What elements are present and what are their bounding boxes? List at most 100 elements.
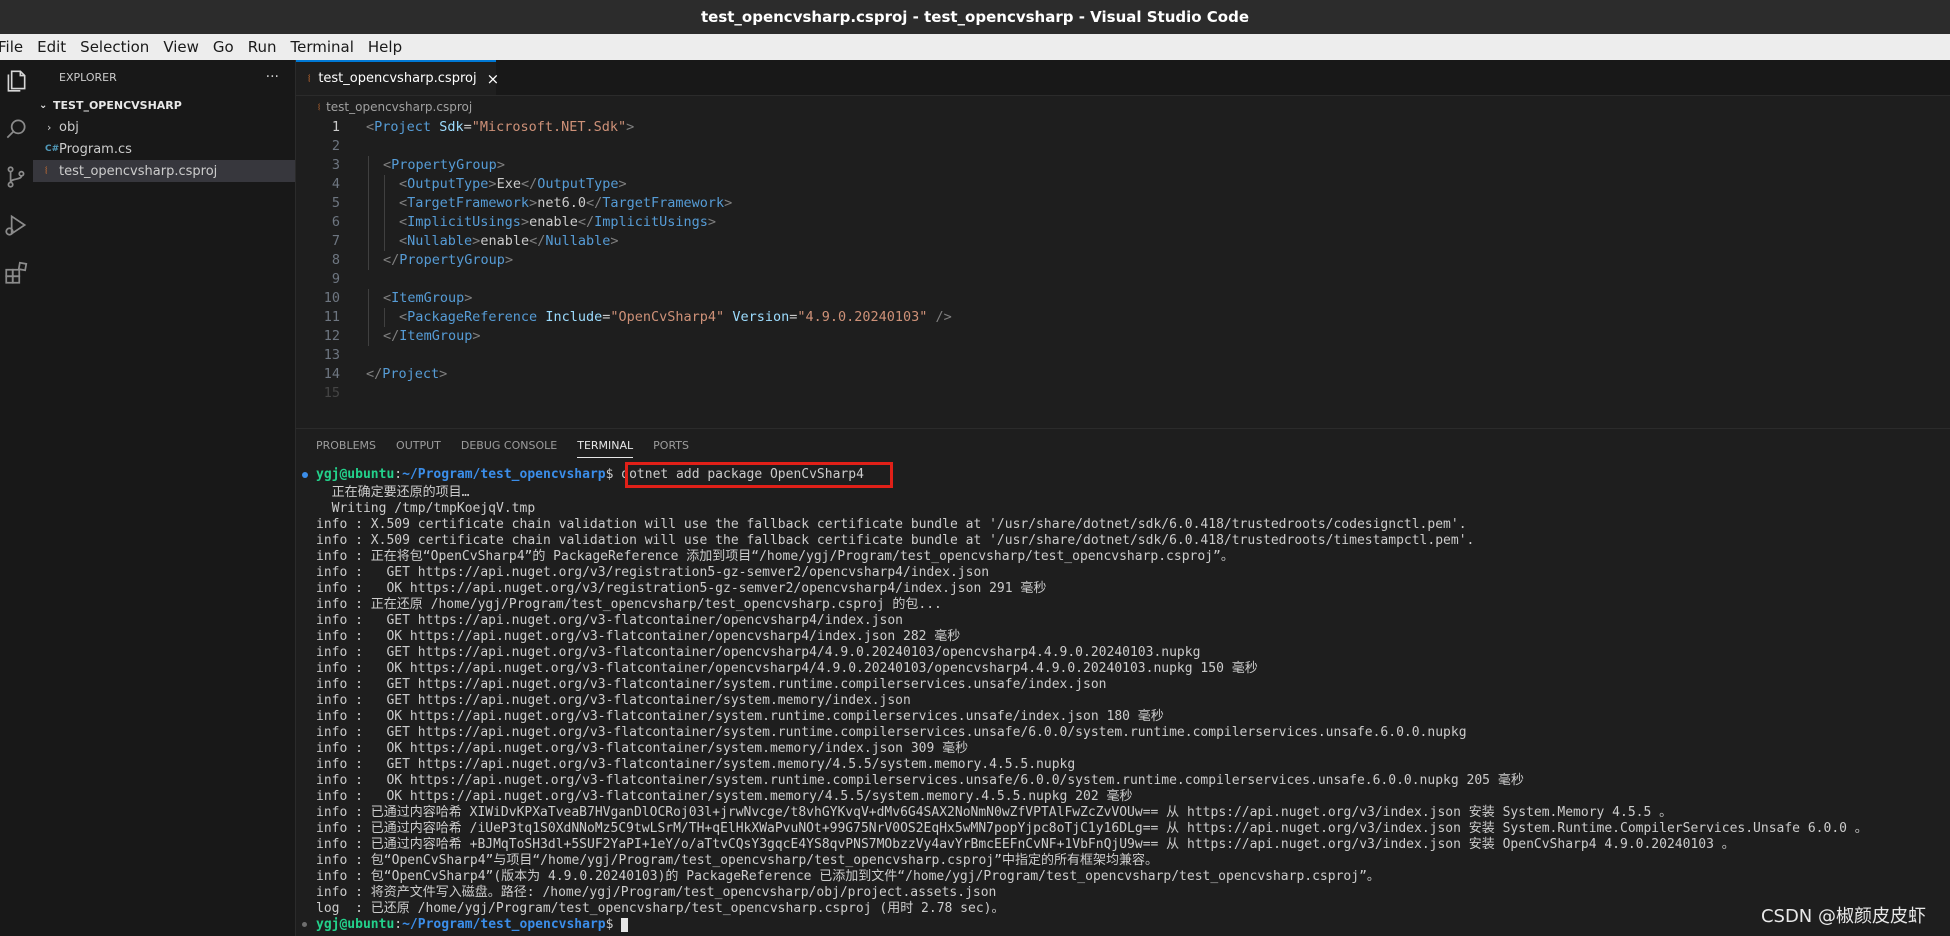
tab-debug-console[interactable]: DEBUG CONSOLE (461, 428, 557, 464)
line-number: 7 (331, 233, 340, 249)
menu-help[interactable]: Help (368, 38, 402, 56)
terminal[interactable]: ygj@ubuntu:~/Program/test_opencvsharp$ d… (296, 465, 1950, 936)
terminal-output-line: info : 将资产文件写入磁盘。路径: /home/ygj/Program/t… (316, 885, 997, 900)
terminal-output-line: info : GET https://api.nuget.org/v3/regi… (316, 565, 990, 580)
rss-file-icon: ⧙ (308, 71, 311, 85)
tree-item-label: obj (59, 119, 79, 135)
terminal-output-line: info : GET https://api.nuget.org/v3-flat… (316, 757, 1076, 772)
line-number: 15 (323, 385, 340, 401)
terminal-output-line: info : GET https://api.nuget.org/v3-flat… (316, 677, 1107, 692)
chevron-down-icon: ⌄ (39, 99, 48, 111)
terminal-output-line: info : OK https://api.nuget.org/v3-flatc… (316, 741, 969, 756)
line-number: 1 (331, 119, 340, 135)
menu-terminal[interactable]: Terminal (291, 38, 354, 56)
terminal-output-line: log : 已还原 /home/ygj/Program/test_opencvs… (316, 901, 1005, 916)
line-number: 13 (323, 347, 340, 363)
code-line: 8 </PropertyGroup> (296, 251, 1950, 270)
menu-view[interactable]: View (163, 38, 199, 56)
menu-selection[interactable]: Selection (80, 38, 149, 56)
code-line: 15 (296, 384, 1950, 403)
code-line: 5 <TargetFramework>net6.0</TargetFramewor… (296, 194, 1950, 213)
terminal-output-line: info : OK https://api.nuget.org/v3-flatc… (316, 709, 1164, 724)
explorer-more-button[interactable]: ··· (266, 69, 279, 85)
chevron-right-icon: › (47, 120, 52, 134)
terminal-prompt-line: ygj@ubuntu:~/Program/test_opencvsharp$ d… (296, 465, 1950, 485)
tree-item-label: Program.cs (59, 141, 132, 157)
terminal-output-line: info : X.509 certificate chain validatio… (316, 517, 1467, 532)
project-folder[interactable]: ⌄ TEST_OPENCVSHARP (33, 94, 295, 116)
code-line: 3 <PropertyGroup> (296, 156, 1950, 175)
terminal-output-line: 正在确定要还原的项目… (316, 485, 470, 500)
code-line: 4 <OutputType>Exe</OutputType> (296, 175, 1950, 194)
tab-output[interactable]: OUTPUT (396, 428, 441, 464)
menu-run[interactable]: Run (248, 38, 277, 56)
tree-item-csproj[interactable]: ⧙ test_opencvsharp.csproj (33, 160, 295, 182)
editor-tab-bar: ⧙ test_opencvsharp.csproj × (296, 60, 1950, 96)
rss-file-icon: ⧙ (318, 101, 321, 113)
terminal-output-line: info : X.509 certificate chain validatio… (316, 533, 1475, 548)
window-title-bar: test_opencvsharp.csproj - test_opencvsha… (0, 0, 1950, 34)
window-title: test_opencvsharp.csproj - test_opencvsha… (700, 8, 1250, 26)
terminal-output-line: info : GET https://api.nuget.org/v3-flat… (316, 725, 1467, 740)
terminal-cursor (621, 917, 629, 932)
tab-terminal[interactable]: TERMINAL (577, 428, 633, 464)
terminal-output-line: Writing /tmp/tmpKoejqV.tmp (316, 501, 536, 516)
tab-problems[interactable]: PROBLEMS (316, 428, 376, 464)
terminal-output-line: info : 包“OpenCvSharp4”(版本为 4.9.0.2024010… (316, 869, 1380, 884)
code-line: 12 </ItemGroup> (296, 327, 1950, 346)
activity-bar (0, 60, 33, 936)
line-number: 9 (331, 271, 340, 287)
panel-tab-bar: PROBLEMS OUTPUT DEBUG CONSOLE TERMINAL P… (296, 428, 1950, 464)
files-icon[interactable] (3, 68, 31, 96)
terminal-output-line: info : GET https://api.nuget.org/v3-flat… (316, 645, 1201, 660)
breadcrumb-item[interactable]: test_opencvsharp.csproj (326, 100, 472, 114)
terminal-output-line: info : 已通过内容哈希 +BJMqToSH3dl+5SUF2YaPI+1e… (316, 837, 1735, 852)
terminal-output-line: info : 已通过内容哈希 XIWiDvKPXaTveaB7HVganDlOC… (316, 805, 1673, 820)
project-folder-label: TEST_OPENCVSHARP (53, 98, 182, 112)
terminal-output-line: info : 包“OpenCvSharp4”与项目“/home/ygj/Prog… (316, 853, 1158, 868)
code-line: 6 <ImplicitUsings>enable</ImplicitUsings> (296, 213, 1950, 232)
terminal-output-line: info : OK https://api.nuget.org/v3-flatc… (316, 661, 1258, 676)
terminal-prompt-line: ygj@ubuntu:~/Program/test_opencvsharp$ (296, 917, 1950, 933)
terminal-output-line: info : 正在将包“OpenCvSharp4”的 PackageRefere… (316, 549, 1234, 564)
watermark: CSDN @椒颜皮皮虾 (1760, 906, 1926, 927)
terminal-output-line: info : OK https://api.nuget.org/v3-flatc… (316, 789, 1133, 804)
explorer-header: EXPLORER ··· (33, 60, 295, 94)
terminal-output-line: info : GET https://api.nuget.org/v3-flat… (316, 693, 911, 708)
code-line: 9 (296, 270, 1950, 289)
code-line: 13 (296, 346, 1950, 365)
command-status-dot (302, 472, 308, 478)
tab-csproj[interactable]: ⧙ test_opencvsharp.csproj × (296, 60, 499, 95)
search-icon[interactable] (3, 116, 31, 144)
menu-edit[interactable]: Edit (37, 38, 66, 56)
tree-item-program-cs[interactable]: C# Program.cs (33, 138, 295, 160)
terminal-output-line: info : GET https://api.nuget.org/v3-flat… (316, 613, 903, 628)
code-editor[interactable]: 1 <Project Sdk="Microsoft.NET.Sdk"> 2 3 <P… (296, 118, 1950, 428)
highlight-box (625, 462, 893, 488)
command-status-dot (302, 922, 307, 927)
line-number: 5 (331, 195, 340, 211)
menu-go[interactable]: Go (213, 38, 234, 56)
line-number: 4 (331, 176, 340, 192)
tab-ports[interactable]: PORTS (653, 428, 689, 464)
code-line: 7 <Nullable>enable</Nullable> (296, 232, 1950, 251)
explorer-title: EXPLORER (59, 70, 117, 84)
terminal-output-line: info : OK https://api.nuget.org/v3-flatc… (316, 773, 1524, 788)
csharp-file-icon: C# (45, 144, 60, 154)
line-number: 10 (323, 290, 340, 306)
code-line: 11 <PackageReference Include="OpenCvSharp… (296, 308, 1950, 327)
source-control-icon[interactable] (3, 164, 31, 192)
terminal-output-line: info : 已通过内容哈希 /iUeP3tq1S0XdNNoMz5C9twLS… (316, 821, 1868, 836)
line-number: 14 (323, 366, 340, 382)
line-number: 6 (331, 214, 340, 230)
explorer-sidebar: EXPLORER ··· ⌄ TEST_OPENCVSHARP › obj C#… (33, 60, 296, 936)
menu-file[interactable]: File (0, 38, 23, 56)
line-number: 3 (331, 157, 340, 173)
tree-item-obj[interactable]: › obj (33, 116, 295, 138)
code-line: 2 (296, 137, 1950, 156)
close-icon[interactable]: × (487, 70, 500, 88)
code-line: 14 </Project> (296, 365, 1950, 384)
run-debug-icon[interactable] (3, 212, 31, 240)
extensions-icon[interactable] (3, 260, 31, 288)
code-line: 1 <Project Sdk="Microsoft.NET.Sdk"> (296, 118, 1950, 137)
